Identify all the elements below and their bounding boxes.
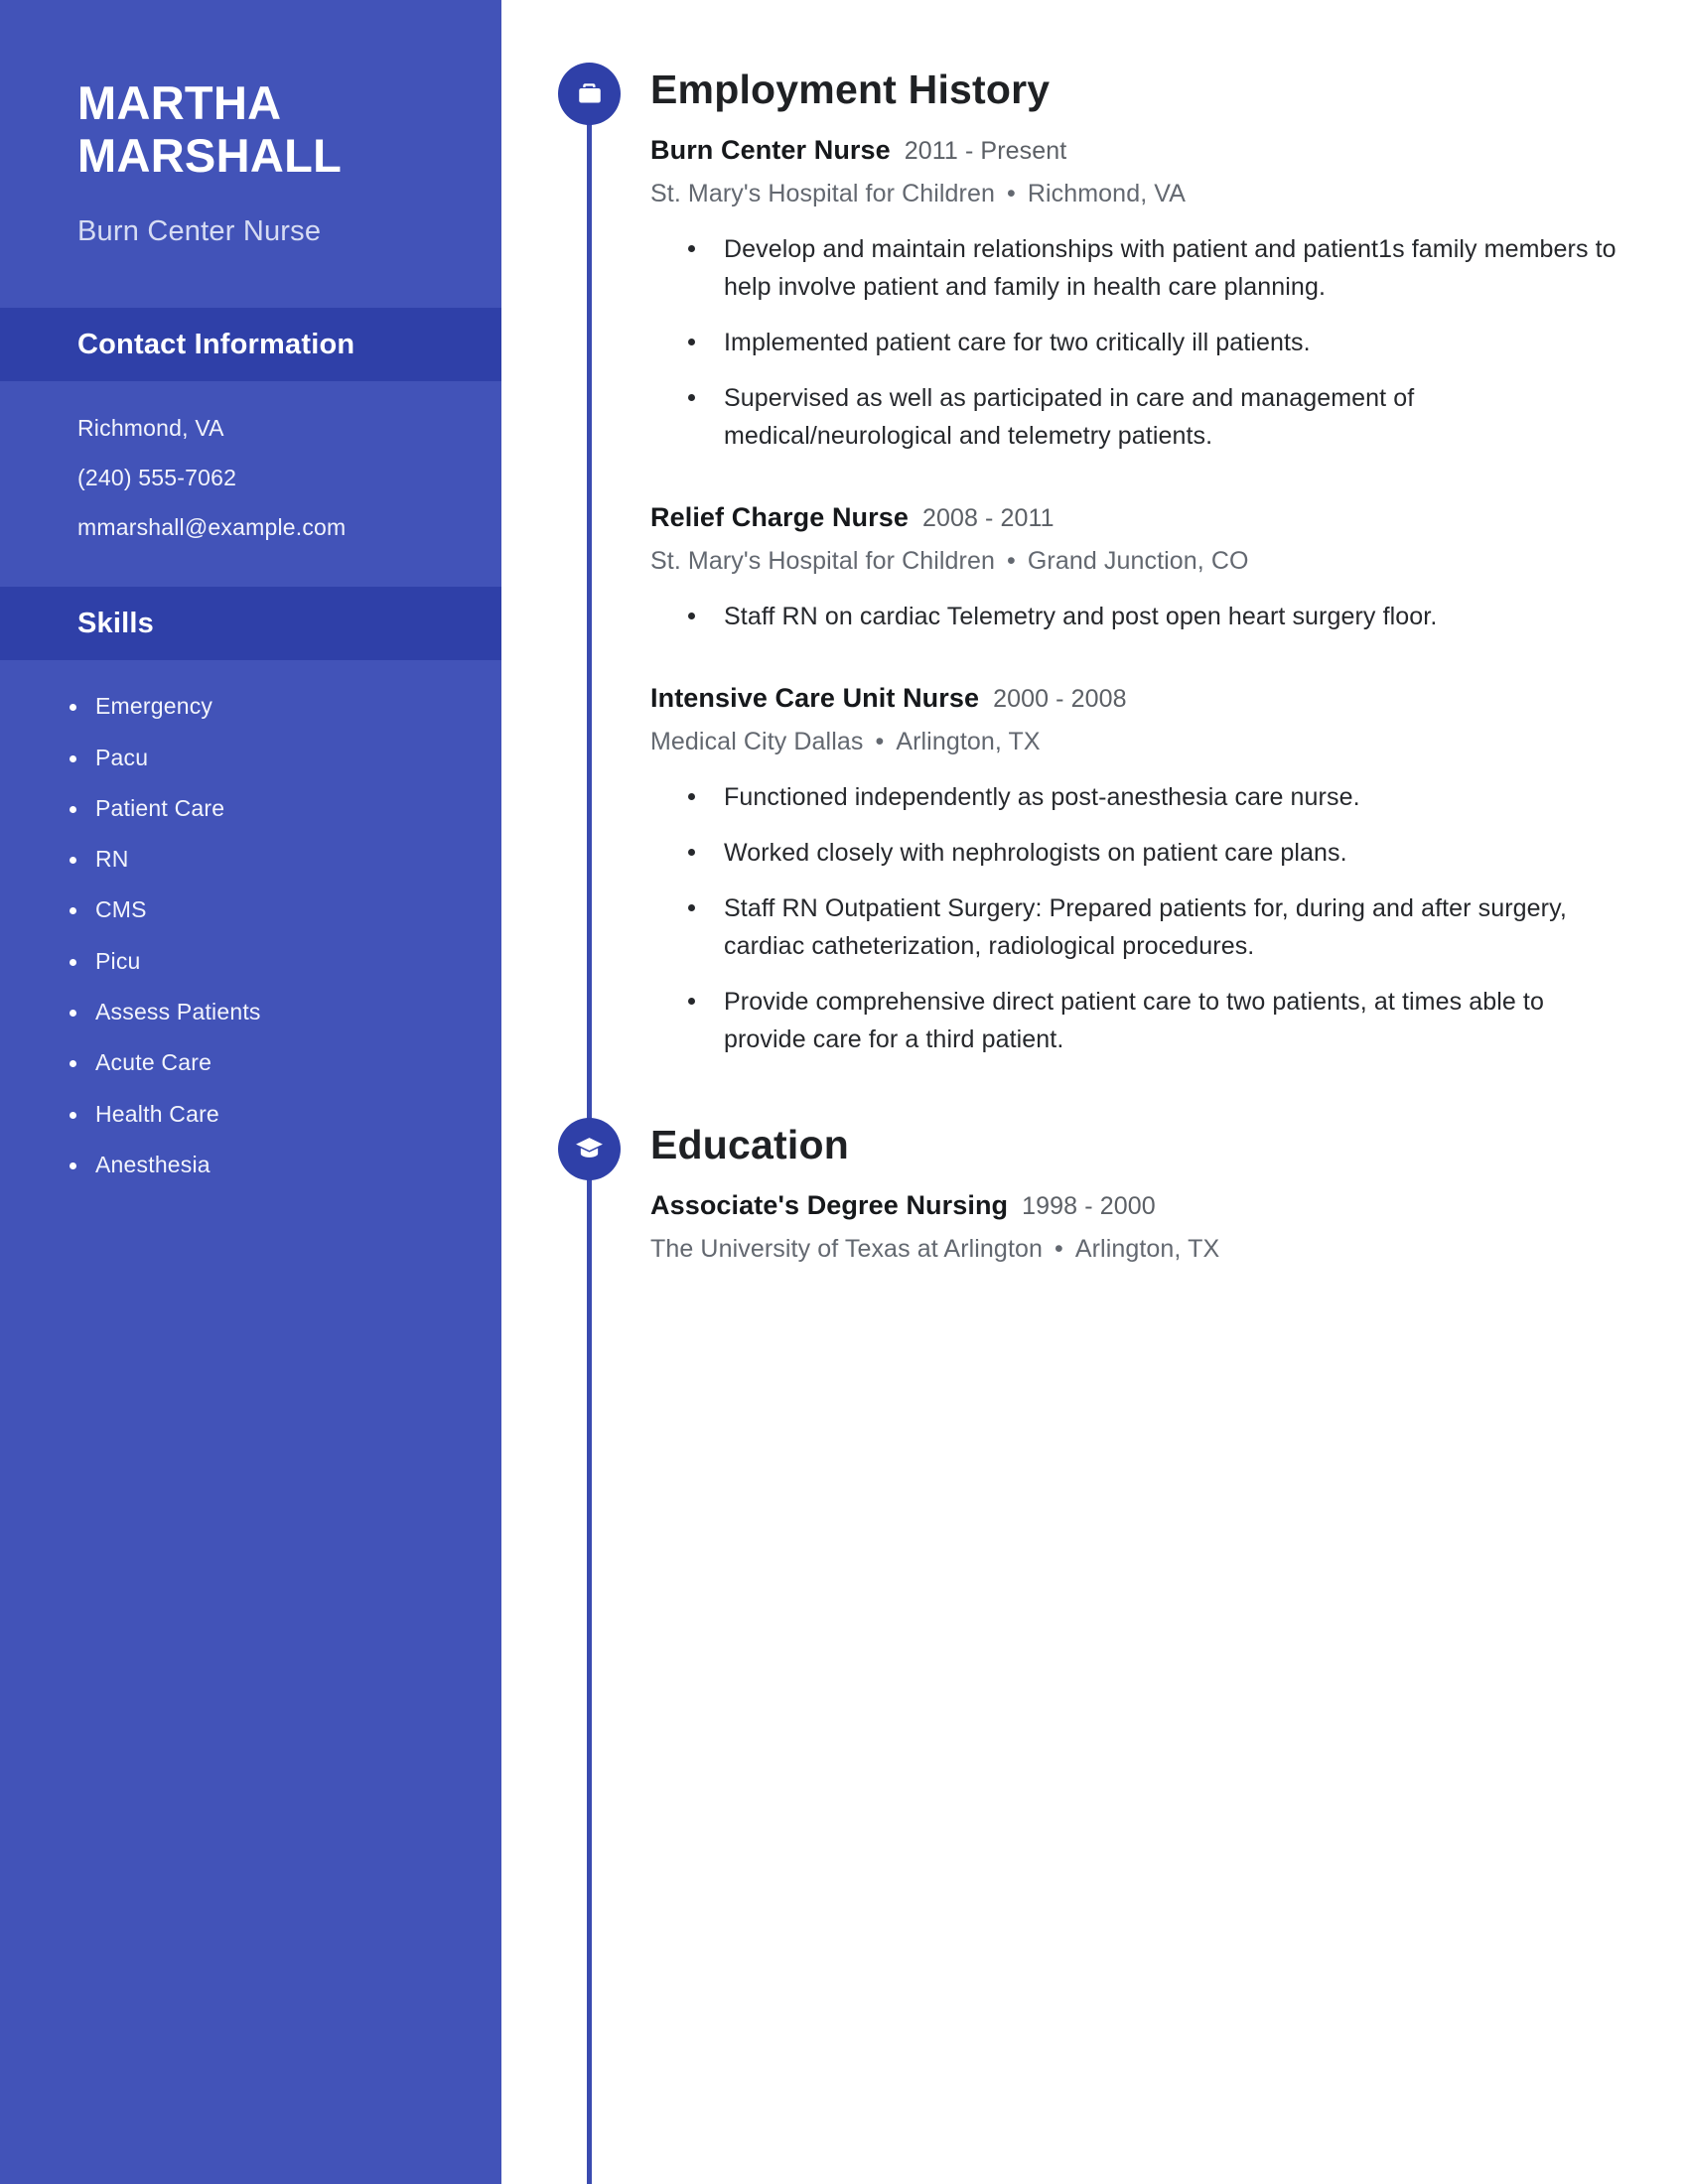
employment-entry-company: Medical City Dallas bbox=[650, 728, 864, 756]
contact-information-label: Contact Information bbox=[77, 328, 355, 360]
employment-entry-company: St. Mary's Hospital for Children bbox=[650, 180, 995, 208]
list-item: Supervised as well as participated in ca… bbox=[688, 379, 1617, 455]
skills-list: Emergency Pacu Patient Care RN CMS Picu … bbox=[0, 660, 501, 1177]
employment-entry-bullets: Develop and maintain relationships with … bbox=[650, 230, 1688, 455]
contact-location: Richmond, VA bbox=[77, 415, 224, 442]
page-title: Education bbox=[650, 1122, 849, 1168]
skills-heading: Skills bbox=[0, 587, 501, 661]
employment-entry-dates: 2011 - Present bbox=[904, 137, 1067, 166]
list-item: RN bbox=[70, 846, 462, 872]
list-item: Picu bbox=[70, 948, 462, 974]
contact-information-body: Richmond, VA (240) 555-7062 mmarshall@ex… bbox=[0, 381, 501, 549]
list-item: Patient Care bbox=[70, 795, 462, 821]
education-entry-location: Arlington, TX bbox=[1074, 1235, 1220, 1264]
employment-entry-head: Intensive Care Unit Nurse 2000 - 2008 bbox=[650, 683, 1688, 714]
education-entry-subtitle: The University of Texas at Arlington • Arl… bbox=[650, 1235, 1688, 1264]
list-item: Acute Care bbox=[70, 1050, 462, 1075]
page-title: Employment History bbox=[650, 67, 1051, 112]
education-entry-dates: 1998 - 2000 bbox=[1022, 1192, 1156, 1221]
entry-gap bbox=[650, 455, 1688, 477]
employment-entry-head: Burn Center Nurse 2011 - Present bbox=[650, 135, 1688, 166]
contact-email[interactable]: mmarshall@example.com bbox=[77, 516, 452, 539]
list-item: Implemented patient care for two critica… bbox=[688, 324, 1617, 361]
separator-dot: • bbox=[1055, 1235, 1063, 1264]
list-item: Functioned independently as post-anesthe… bbox=[688, 778, 1617, 816]
briefcase-icon bbox=[558, 63, 621, 125]
list-item: Develop and maintain relationships with … bbox=[688, 230, 1617, 306]
employment-history-section: Employment History Burn Center Nurse 201… bbox=[501, 0, 1688, 1058]
education-entry-head: Associate's Degree Nursing 1998 - 2000 bbox=[650, 1190, 1688, 1221]
list-item: Pacu bbox=[70, 745, 462, 770]
employment-entry-title: Relief Charge Nurse bbox=[650, 502, 909, 533]
list-item: Anesthesia bbox=[70, 1152, 462, 1177]
employment-entry-bullets: Staff RN on cardiac Telemetry and post o… bbox=[650, 598, 1688, 635]
list-item: Provide comprehensive direct patient car… bbox=[688, 983, 1617, 1058]
skills-label: Skills bbox=[77, 607, 154, 639]
candidate-name: MARTHA MARSHALL bbox=[77, 76, 343, 182]
education-entry-school: The University of Texas at Arlington bbox=[650, 1235, 1043, 1264]
list-item: Staff RN on cardiac Telemetry and post o… bbox=[688, 598, 1617, 635]
separator-dot: • bbox=[1006, 180, 1016, 208]
employment-entry: Relief Charge Nurse 2008 - 2011 St. Mary… bbox=[650, 502, 1688, 635]
employment-entry-head: Relief Charge Nurse 2008 - 2011 bbox=[650, 502, 1688, 533]
list-item: Emergency bbox=[70, 693, 462, 719]
graduation-cap-icon bbox=[558, 1118, 621, 1181]
employment-entry-location: Grand Junction, CO bbox=[1027, 547, 1249, 576]
list-item: CMS bbox=[70, 897, 462, 922]
entry-gap bbox=[650, 635, 1688, 657]
employment-entry-subtitle: St. Mary's Hospital for Children • Grand J… bbox=[650, 547, 1688, 576]
separator-dot: • bbox=[875, 728, 885, 756]
employment-entry-subtitle: St. Mary's Hospital for Children • Richmon… bbox=[650, 180, 1688, 208]
sidebar: MARTHA MARSHALL Burn Center Nurse Contact… bbox=[0, 0, 501, 2184]
education-entry-title: Associate's Degree Nursing bbox=[650, 1190, 1009, 1221]
separator-dot: • bbox=[1006, 547, 1016, 576]
employment-entry-company: St. Mary's Hospital for Children bbox=[650, 547, 995, 576]
list-item: Assess Patients bbox=[70, 999, 462, 1024]
list-item: Staff RN Outpatient Surgery: Prepared pa… bbox=[688, 889, 1617, 965]
contact-phone[interactable]: (240) 555-7062 bbox=[77, 467, 452, 489]
contact-information-heading: Contact Information bbox=[0, 308, 501, 382]
candidate-job-title: Burn Center Nurse bbox=[77, 215, 322, 248]
employment-entry-dates: 2008 - 2011 bbox=[921, 504, 1055, 533]
sidebar-header: MARTHA MARSHALL Burn Center Nurse bbox=[0, 0, 501, 248]
employment-entry-bullets: Functioned independently as post-anesthe… bbox=[650, 778, 1688, 1058]
main-content: Employment History Burn Center Nurse 201… bbox=[501, 0, 1688, 2184]
employment-entry-location: Arlington, TX bbox=[896, 728, 1041, 756]
employment-entry-title: Burn Center Nurse bbox=[650, 135, 891, 166]
employment-entry-subtitle: Medical City Dallas • Arlington, TX bbox=[650, 728, 1688, 756]
education-section: Education Associate's Degree Nursing 199… bbox=[501, 1058, 1688, 1264]
list-item: Worked closely with nephrologists on pat… bbox=[688, 834, 1617, 872]
resume-page: MARTHA MARSHALL Burn Center Nurse Contact… bbox=[0, 0, 1688, 2184]
employment-entry: Intensive Care Unit Nurse 2000 - 2008 Me… bbox=[650, 683, 1688, 1058]
employment-entry: Burn Center Nurse 2011 - Present St. Mar… bbox=[650, 135, 1688, 455]
list-item: Health Care bbox=[70, 1101, 462, 1127]
education-entry: Associate's Degree Nursing 1998 - 2000 T… bbox=[650, 1190, 1688, 1264]
employment-entry-dates: 2000 - 2008 bbox=[993, 685, 1127, 714]
employment-entry-location: Richmond, VA bbox=[1027, 180, 1186, 208]
employment-entry-title: Intensive Care Unit Nurse bbox=[650, 683, 980, 714]
